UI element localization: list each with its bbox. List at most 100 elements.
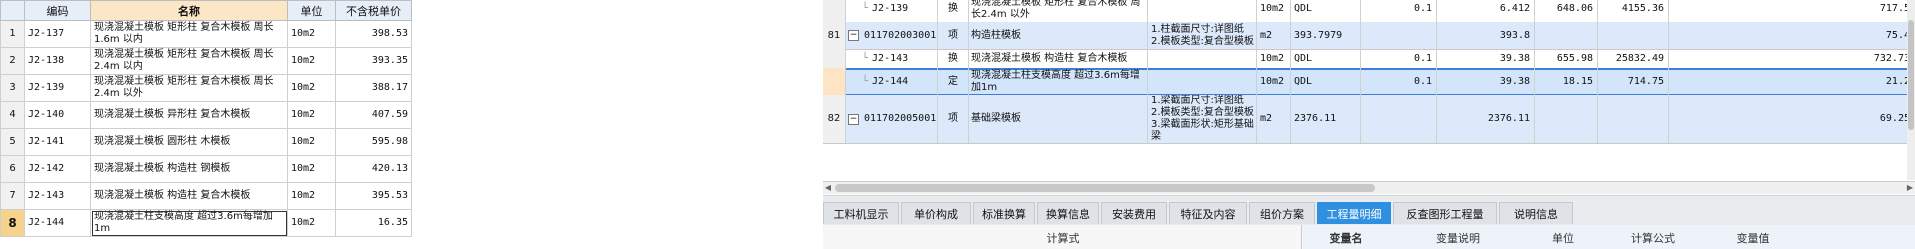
grid-cell-unit[interactable]: 10m2 <box>1257 0 1291 22</box>
horizontal-scroll-thumb[interactable] <box>835 184 1375 192</box>
grid-cell-price[interactable]: 18.15 <box>1535 68 1598 95</box>
grid-row-j2-144[interactable]: └ J2-144 定现浇混凝土柱支模高度 超过3.6m每增加1m 10m2 QDL 0.1… <box>823 68 1915 96</box>
quota-unit[interactable]: 10m2 <box>287 47 336 75</box>
grid-cell-type[interactable]: 换 <box>938 0 969 22</box>
tab-6[interactable]: 特征及内容 <box>1169 202 1247 224</box>
grid-cell-extra[interactable]: 75.4 <box>1669 22 1915 49</box>
vertical-scrollbar[interactable] <box>1907 0 1915 180</box>
grid-cell-name[interactable]: 构造柱模板 <box>968 22 1148 49</box>
grid-row-82[interactable]: 82−011702005001 项基础梁模板 1.梁截面尺寸:详图纸 2.模板类型:… <box>823 95 1915 144</box>
grid-cell-unit[interactable]: m2 <box>1257 22 1291 49</box>
grid-cell-qty[interactable]: 0.1 <box>1361 68 1437 95</box>
quota-price[interactable]: 393.35 <box>335 47 412 75</box>
quota-row[interactable]: 4 J2-140 现浇混凝土模板 异形柱 复合木模板 10m2 407.59 <box>0 101 412 129</box>
grid-cell-name[interactable]: 现浇混凝土柱支模高度 超过3.6m每增加1m <box>968 68 1148 95</box>
quota-row[interactable]: 3 J2-139 现浇混凝土模板 矩形柱 复合木模板 周长2.4m 以外 10m2 38… <box>0 74 412 102</box>
grid-cell-eng[interactable]: 39.38 <box>1437 49 1535 68</box>
grid-row-81[interactable]: 81−011702003001 项构造柱模板 1.柱截面尺寸:详图纸 2.模板类型:… <box>823 22 1915 50</box>
row-number[interactable]: 5 <box>0 128 25 156</box>
grid-cell-qtyexpr[interactable]: QDL <box>1291 49 1361 68</box>
code-column-header[interactable]: 编码 <box>24 0 91 21</box>
quota-name[interactable]: 现浇混凝土模板 矩形柱 复合木模板 周长2.4m 以外 <box>90 74 288 102</box>
grid-cell-type[interactable]: 项 <box>938 22 969 49</box>
tab-4[interactable]: 换算信息 <box>1037 202 1099 224</box>
grid-cell-eng[interactable]: 39.38 <box>1437 68 1535 95</box>
quota-row[interactable]: 2 J2-138 现浇混凝土模板 矩形柱 复合木模板 周长2.4m 以内 10m2 39… <box>0 47 412 75</box>
quota-name[interactable]: 现浇混凝土模板 圆形柱 木模板 <box>90 128 288 156</box>
grid-cell-feature[interactable] <box>1148 0 1257 22</box>
tab-8[interactable]: 工程量明细 <box>1317 202 1391 224</box>
grid-cell-unit[interactable]: 10m2 <box>1257 49 1291 68</box>
grid-cell-total[interactable] <box>1598 95 1669 143</box>
grid-cell-price[interactable] <box>1535 95 1598 143</box>
quota-row[interactable]: 8 J2-144 现浇混凝土柱支模高度 超过3.6m每增加1m 10m2 16.35 <box>0 209 412 237</box>
grid-cell-eng[interactable]: 2376.11 <box>1437 95 1535 143</box>
quota-code[interactable]: J2-139 <box>24 74 91 102</box>
quota-name[interactable]: 现浇混凝土柱支模高度 超过3.6m每增加1m <box>90 209 288 237</box>
price-column-header[interactable]: 不含税单价 <box>335 0 412 21</box>
row-number[interactable]: 6 <box>0 155 25 183</box>
grid-cell-name[interactable]: 基础梁模板 <box>968 95 1148 143</box>
quota-unit[interactable]: 10m2 <box>287 128 336 156</box>
quota-code[interactable]: J2-138 <box>24 47 91 75</box>
grid-cell-extra[interactable]: 69.25 <box>1669 95 1915 143</box>
quota-name[interactable]: 现浇混凝土模板 矩形柱 复合木模板 周长2.4m 以内 <box>90 47 288 75</box>
grid-cell-code[interactable]: └ J2-144 <box>845 68 938 95</box>
grid-cell-feature[interactable] <box>1148 68 1257 95</box>
grid-cell-total[interactable]: 714.75 <box>1598 68 1669 95</box>
tab-10[interactable]: 说明信息 <box>1499 202 1573 224</box>
grid-cell-code[interactable]: └ J2-139 <box>845 0 938 22</box>
grid-cell-type[interactable]: 定 <box>938 68 969 95</box>
grid-cell-rn[interactable] <box>823 49 846 68</box>
grid-cell-code[interactable]: └ J2-143 <box>845 49 938 68</box>
quota-unit[interactable]: 10m2 <box>287 155 336 183</box>
grid-cell-type[interactable]: 项 <box>938 95 969 143</box>
horizontal-scrollbar[interactable]: ◀ ▶ <box>823 181 1915 194</box>
quota-unit[interactable]: 10m2 <box>287 209 336 237</box>
collapse-icon[interactable]: − <box>848 30 859 41</box>
tab-9[interactable]: 反查图形工程量 <box>1393 202 1497 224</box>
quota-price[interactable]: 388.17 <box>335 74 412 102</box>
tab-2[interactable]: 单价构成 <box>901 202 971 224</box>
grid-cell-unit[interactable]: 10m2 <box>1257 68 1291 95</box>
quota-name[interactable]: 现浇混凝土模板 构造柱 钢模板 <box>90 155 288 183</box>
grid-cell-extra[interactable]: 732.73 <box>1669 49 1915 68</box>
quota-unit[interactable]: 10m2 <box>287 101 336 129</box>
scroll-right-arrow-icon[interactable]: ▶ <box>1905 182 1915 194</box>
grid-cell-feature[interactable]: 1.梁截面尺寸:详图纸 2.模板类型:复合型模板 3.梁截面形状:矩形基础梁 <box>1148 95 1257 143</box>
quota-price[interactable]: 395.53 <box>335 182 412 210</box>
quota-name[interactable]: 现浇混凝土模板 异形柱 复合木模板 <box>90 101 288 129</box>
tab-7[interactable]: 组价方案 <box>1249 202 1315 224</box>
quota-row[interactable]: 7 J2-143 现浇混凝土模板 构造柱 复合木模板 10m2 395.53 <box>0 182 412 210</box>
scroll-left-arrow-icon[interactable]: ◀ <box>823 182 833 194</box>
quota-code[interactable]: J2-137 <box>24 20 91 48</box>
grid-row-j2-143[interactable]: └ J2-143 换现浇混凝土模板 构造柱 复合木模板 10m2 QDL 0.1 39.38… <box>823 49 1915 69</box>
quota-price[interactable]: 420.13 <box>335 155 412 183</box>
quota-price[interactable]: 16.35 <box>335 209 412 237</box>
vertical-scroll-thumb[interactable] <box>1908 20 1914 130</box>
quota-code[interactable]: J2-142 <box>24 155 91 183</box>
grid-cell-code[interactable]: −011702003001 <box>845 22 938 49</box>
grid-cell-total[interactable]: 25832.49 <box>1598 49 1669 68</box>
grid-cell-eng[interactable]: 6.412 <box>1437 0 1535 22</box>
tab-3[interactable]: 标准换算 <box>973 202 1035 224</box>
quota-unit[interactable]: 10m2 <box>287 182 336 210</box>
tab-5[interactable]: 安装费用 <box>1101 202 1167 224</box>
grid-cell-type[interactable]: 换 <box>938 49 969 68</box>
quota-unit[interactable]: 10m2 <box>287 20 336 48</box>
grid-cell-rn[interactable] <box>823 0 846 22</box>
grid-cell-eng[interactable]: 393.8 <box>1437 22 1535 49</box>
quota-row[interactable]: 5 J2-141 现浇混凝土模板 圆形柱 木模板 10m2 595.98 <box>0 128 412 156</box>
row-number[interactable]: 8 <box>0 209 25 237</box>
grid-cell-extra[interactable]: 717.5 <box>1669 0 1915 22</box>
tab-1[interactable]: 工料机显示 <box>823 202 899 224</box>
name-column-header[interactable]: 名称 <box>90 0 288 21</box>
grid-cell-qty[interactable] <box>1361 22 1437 49</box>
quota-code[interactable]: J2-144 <box>24 209 91 237</box>
grid-cell-name[interactable]: 现浇混凝土模板 构造柱 复合木模板 <box>968 49 1148 68</box>
grid-cell-feature[interactable] <box>1148 49 1257 68</box>
quota-price[interactable]: 407.59 <box>335 101 412 129</box>
grid-cell-qty[interactable]: 0.1 <box>1361 0 1437 22</box>
quota-row[interactable]: 6 J2-142 现浇混凝土模板 构造柱 钢模板 10m2 420.13 <box>0 155 412 183</box>
grid-cell-code[interactable]: −011702005001 <box>845 95 938 143</box>
